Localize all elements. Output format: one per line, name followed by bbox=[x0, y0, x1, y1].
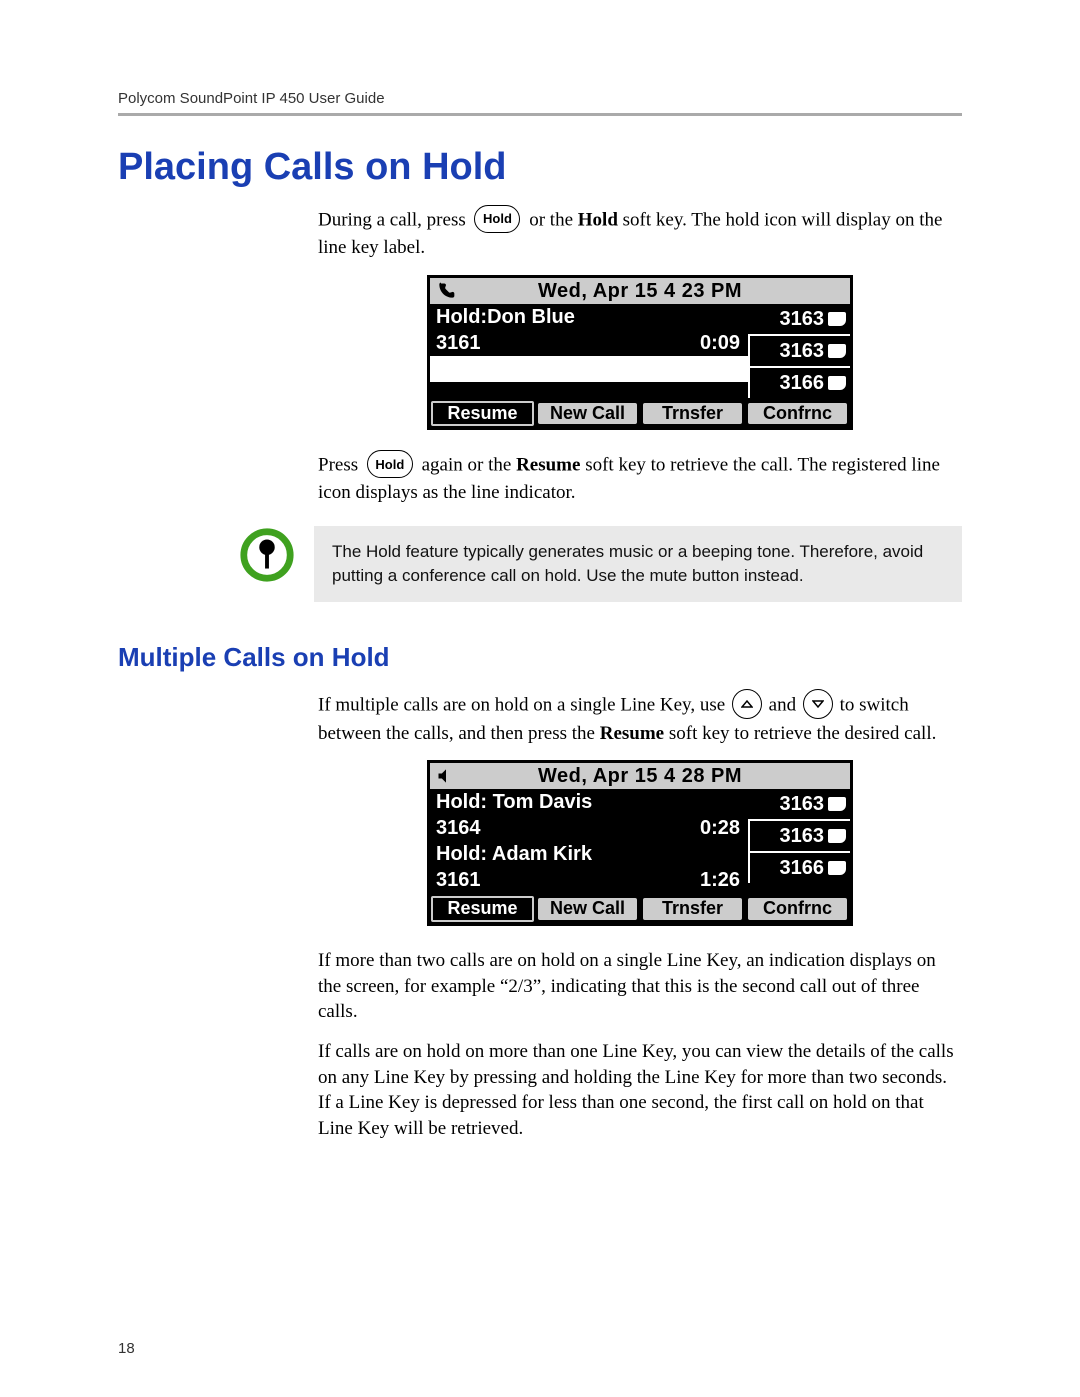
handset-icon bbox=[436, 281, 456, 301]
phone-icon bbox=[828, 829, 846, 843]
header-rule bbox=[118, 113, 962, 116]
bold-hold: Hold bbox=[578, 209, 618, 230]
line-key: 3163 bbox=[748, 304, 850, 334]
line-key: 3163 bbox=[748, 789, 850, 819]
subsection-title: Multiple Calls on Hold bbox=[118, 642, 962, 673]
up-arrow-key-icon bbox=[732, 689, 762, 719]
line-key: 3166 bbox=[748, 366, 850, 398]
screen-left: Hold:Don Blue 3161 0:09 bbox=[430, 304, 748, 398]
text: Press bbox=[318, 455, 363, 476]
row-left: 3164 bbox=[436, 817, 481, 839]
line-keys: 3163 3163 3166 bbox=[748, 304, 850, 398]
softkey-bar: Resume New Call Trnsfer Confrnc bbox=[430, 398, 850, 428]
screen-row: 3164 0:28 bbox=[430, 815, 748, 841]
line-key: 3163 bbox=[748, 819, 850, 851]
screen-row: Hold: Tom Davis bbox=[430, 789, 748, 815]
phone-screen: Wed, Apr 15 4 28 PM Hold: Tom Davis 3164… bbox=[427, 760, 853, 926]
note-callout: The Hold feature typically generates mus… bbox=[118, 526, 962, 602]
section-body: During a call, press Hold or the Hold so… bbox=[318, 207, 962, 506]
phone-icon bbox=[828, 861, 846, 875]
softkey-newcall: New Call bbox=[538, 403, 637, 425]
phone-screenshot-2: Wed, Apr 15 4 28 PM Hold: Tom Davis 3164… bbox=[318, 760, 962, 926]
row-left: 3161 bbox=[436, 332, 481, 354]
pushpin-icon bbox=[238, 526, 296, 584]
row-right: 0:09 bbox=[700, 332, 740, 354]
screen-header: Wed, Apr 15 4 28 PM bbox=[430, 763, 850, 789]
text: again or the bbox=[422, 455, 516, 476]
text: soft key to retrieve the desired call. bbox=[669, 723, 936, 744]
softkey-confrnc: Confrnc bbox=[748, 898, 847, 920]
bold-resume: Resume bbox=[516, 455, 580, 476]
page-number: 18 bbox=[118, 1340, 135, 1357]
phone-icon bbox=[828, 344, 846, 358]
screen-header: Wed, Apr 15 4 23 PM bbox=[430, 278, 850, 304]
paragraph-resume: Press Hold again or the Resume soft key … bbox=[318, 452, 962, 506]
screen-row: 3161 0:09 bbox=[430, 330, 748, 356]
phone-screenshot-1: Wed, Apr 15 4 23 PM Hold:Don Blue 3161 0… bbox=[318, 275, 962, 431]
screen-row-blank bbox=[430, 356, 748, 382]
phone-icon bbox=[828, 376, 846, 390]
row-left: 3161 bbox=[436, 869, 481, 891]
row-left: Hold:Don Blue bbox=[436, 306, 575, 328]
paragraph-multi-intro: If multiple calls are on hold on a singl… bbox=[318, 691, 962, 747]
text: During a call, press bbox=[318, 209, 470, 230]
softkey-resume: Resume bbox=[431, 896, 534, 922]
hold-key-icon: Hold bbox=[474, 205, 520, 233]
softkey-transfer: Trnsfer bbox=[643, 403, 742, 425]
paragraph-multi-3: If calls are on hold on more than one Li… bbox=[318, 1039, 962, 1142]
screen-datetime: Wed, Apr 15 4 28 PM bbox=[456, 765, 824, 787]
text: If multiple calls are on hold on a singl… bbox=[318, 694, 730, 715]
softkey-confrnc: Confrnc bbox=[748, 403, 847, 425]
line-key: 3163 bbox=[748, 334, 850, 366]
softkey-transfer: Trnsfer bbox=[643, 898, 742, 920]
paragraph-intro: During a call, press Hold or the Hold so… bbox=[318, 207, 962, 261]
screen-row: Hold: Adam Kirk bbox=[430, 841, 748, 867]
screen-body: Hold:Don Blue 3161 0:09 3163 3163 3166 bbox=[430, 304, 850, 398]
softkey-newcall: New Call bbox=[538, 898, 637, 920]
row-right: 0:28 bbox=[700, 817, 740, 839]
row-right: 1:26 bbox=[700, 869, 740, 891]
text: and bbox=[769, 694, 801, 715]
subsection-body: If multiple calls are on hold on a singl… bbox=[318, 691, 962, 1142]
screen-body: Hold: Tom Davis 3164 0:28 Hold: Adam Kir… bbox=[430, 789, 850, 893]
screen-left: Hold: Tom Davis 3164 0:28 Hold: Adam Kir… bbox=[430, 789, 748, 893]
softkey-bar: Resume New Call Trnsfer Confrnc bbox=[430, 893, 850, 923]
line-keys: 3163 3163 3166 bbox=[748, 789, 850, 893]
line-key: 3166 bbox=[748, 851, 850, 883]
screen-row: Hold:Don Blue bbox=[430, 304, 748, 330]
phone-icon bbox=[828, 312, 846, 326]
row-left: Hold: Tom Davis bbox=[436, 791, 592, 813]
text: or the bbox=[529, 209, 578, 230]
screen-datetime: Wed, Apr 15 4 23 PM bbox=[456, 280, 824, 302]
mute-icon bbox=[436, 766, 456, 786]
hold-key-icon: Hold bbox=[367, 450, 413, 478]
screen-row: 3161 1:26 bbox=[430, 867, 748, 893]
section-title: Placing Calls on Hold bbox=[118, 146, 962, 189]
phone-icon bbox=[828, 797, 846, 811]
bold-resume: Resume bbox=[600, 723, 664, 744]
note-text: The Hold feature typically generates mus… bbox=[314, 526, 962, 602]
phone-screen: Wed, Apr 15 4 23 PM Hold:Don Blue 3161 0… bbox=[427, 275, 853, 431]
doc-header: Polycom SoundPoint IP 450 User Guide bbox=[118, 90, 962, 107]
row-left: Hold: Adam Kirk bbox=[436, 843, 592, 865]
softkey-resume: Resume bbox=[431, 401, 534, 427]
page: Polycom SoundPoint IP 450 User Guide Pla… bbox=[0, 0, 1080, 1397]
down-arrow-key-icon bbox=[803, 689, 833, 719]
paragraph-multi-2: If more than two calls are on hold on a … bbox=[318, 948, 962, 1025]
